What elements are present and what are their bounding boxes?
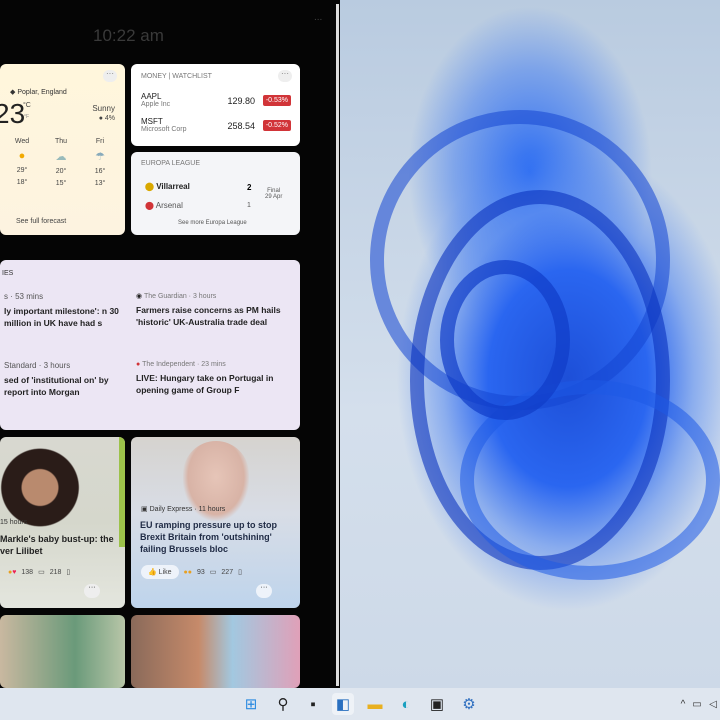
card-headline: Markle's baby bust-up: the ver Lilibet [0, 534, 114, 556]
story-headline: sed of 'institutional on' by report into… [4, 375, 109, 397]
daily-express-logo-icon: ▣ [141, 506, 148, 513]
forecast-day[interactable]: Fri ☂ 16° 13° [84, 138, 116, 187]
day-high: 16° [94, 168, 106, 175]
story-headline: ly important milestone': n 30 million in… [4, 306, 119, 328]
weather-location: Poplar, England [17, 89, 67, 96]
story-item[interactable]: Standard · 3 hours sed of 'institutional … [4, 361, 130, 398]
watchlist-widget[interactable]: ··· MONEY | WATCHLIST AAPL Apple Inc 129… [131, 64, 300, 146]
start-icon[interactable]: ⊞ [240, 693, 262, 715]
independent-logo-icon: ● [136, 361, 141, 368]
thumbs-up-icon: 👍 [148, 569, 157, 576]
task-view-icon[interactable]: ▪ [302, 693, 324, 715]
rain-icon: ☂ [95, 151, 105, 163]
reactions-icon[interactable]: ●♥ [8, 569, 16, 576]
guardian-logo-icon: ◉ [136, 293, 143, 300]
day-low: 13° [94, 180, 106, 187]
europa-title: EUROPA LEAGUE [141, 160, 201, 167]
day-high: 29° [16, 167, 28, 174]
search-icon[interactable]: ⚲ [272, 693, 294, 715]
news-card[interactable] [0, 615, 125, 688]
weather-widget[interactable]: ··· ◆ Poplar, England 23 °C °F Sunny ● 4… [0, 64, 125, 235]
widgets-icon[interactable]: ◧ [332, 693, 354, 715]
stock-change: -0.52% [262, 120, 291, 131]
news-card[interactable]: 15 hours Markle's baby bust-up: the ver … [0, 437, 125, 608]
card-more-button[interactable]: ··· [84, 584, 100, 598]
stock-row[interactable]: MSFT Microsoft Corp 258.54 -0.52% [141, 117, 291, 133]
story-source: Standard · 3 hours [4, 361, 71, 370]
story-headline: LIVE: Hungary take on Portugal in openin… [136, 373, 274, 395]
widgets-panel: 10:22 am ... ··· ◆ Poplar, England 23 °C… [0, 0, 340, 688]
europa-league-widget[interactable]: EUROPA LEAGUE ⬤ Villarreal ⬤ Arsenal 2 1… [131, 152, 300, 235]
story-source: The Independent · 23 mins [142, 361, 226, 368]
card-source: Daily Express · 11 hours [149, 506, 226, 513]
bookmark-icon[interactable]: ▯ [238, 568, 242, 576]
story-source: The Guardian · 3 hours [143, 293, 217, 300]
weather-more-button[interactable]: ··· [103, 70, 117, 82]
comment-count: 218 [49, 568, 62, 576]
edge-icon[interactable]: ◐ [395, 693, 417, 715]
bookmark-icon[interactable]: ▯ [66, 568, 70, 576]
team-score: 1 [247, 202, 251, 209]
forecast-day[interactable]: Wed ● 29° 18° [6, 138, 38, 187]
weather-condition: Sunny [92, 104, 115, 113]
cloud-sun-icon: ☁ [55, 151, 67, 163]
comment-icon[interactable]: ▭ [38, 568, 45, 576]
taskbar [0, 688, 720, 720]
like-label: Like [158, 569, 172, 576]
news-card[interactable] [131, 615, 300, 688]
volume-icon[interactable]: ◁ [702, 693, 720, 715]
story-item[interactable]: ● The Independent · 23 mins LIVE: Hungary… [136, 361, 292, 396]
day-low: 18° [16, 179, 28, 186]
day-label: Thu [54, 138, 68, 145]
team-name: Arsenal [155, 201, 183, 210]
forecast-day[interactable]: Thu ☁ 20° 15° [45, 138, 77, 187]
sun-icon: ● [18, 150, 26, 162]
unit-celsius[interactable]: °C [23, 102, 31, 109]
story-item[interactable]: ◉ The Guardian · 3 hours Farmers raise co… [136, 292, 292, 328]
stock-change: -0.53% [262, 95, 291, 106]
see-more-europa-link[interactable]: See more Europa League [178, 220, 247, 226]
comment-icon[interactable]: ▭ [210, 568, 217, 576]
file-explorer-icon[interactable]: ▬ [364, 693, 386, 715]
precip: 4% [104, 115, 115, 122]
card-more-button[interactable]: ··· [256, 584, 272, 598]
story-headline: Farmers raise concerns as PM hails 'hist… [136, 305, 281, 327]
story-source: s · 53 mins [4, 292, 44, 301]
top-stories-widget: IES s · 53 mins ly important milestone': … [0, 260, 300, 430]
watchlist-title: MONEY | WATCHLIST [141, 73, 212, 80]
day-label: Fri [95, 138, 105, 145]
arsenal-crest-icon: ⬤ [145, 201, 154, 210]
panel-scrollbar[interactable] [336, 4, 339, 686]
day-low: 15° [55, 180, 67, 187]
match-date: 29 Apr [265, 194, 283, 200]
stock-row[interactable]: AAPL Apple Inc 129.80 -0.53% [141, 92, 291, 108]
comment-count: 227 [221, 568, 234, 576]
reaction-count: 93 [196, 568, 205, 576]
settings-icon[interactable]: ⚙ [458, 693, 480, 715]
like-button[interactable]: 👍 Like [141, 565, 179, 579]
stock-price: 129.80 [227, 96, 255, 106]
weather-temp: 23 [0, 98, 26, 129]
full-forecast-link[interactable]: See full forecast [16, 218, 66, 225]
watchlist-more-button[interactable]: ··· [278, 70, 292, 82]
store-icon[interactable]: ▣ [426, 693, 448, 715]
villarreal-crest-icon: ⬤ [145, 182, 154, 191]
desktop-wallpaper [340, 0, 720, 688]
day-high: 20° [55, 168, 67, 175]
team-name: Villarreal [156, 182, 190, 191]
card-source: 15 hours [0, 519, 28, 526]
reaction-count: 138 [21, 568, 34, 576]
card-headline: EU ramping pressure up to stop Brexit Br… [140, 520, 278, 554]
reactions-icon[interactable]: ●● [184, 569, 192, 576]
panel-more-button[interactable]: ... [314, 12, 322, 23]
news-card[interactable]: ▣ Daily Express · 11 hours EU ramping pr… [131, 437, 300, 608]
unit-fahrenheit[interactable]: °F [24, 114, 29, 120]
stock-price: 258.54 [227, 121, 255, 131]
story-item[interactable]: s · 53 mins ly important milestone': n 30… [4, 292, 130, 329]
day-label: Wed [14, 138, 30, 145]
panel-time: 10:22 am [93, 26, 164, 45]
team-score: 2 [247, 183, 252, 192]
stories-title: IES [2, 270, 14, 277]
